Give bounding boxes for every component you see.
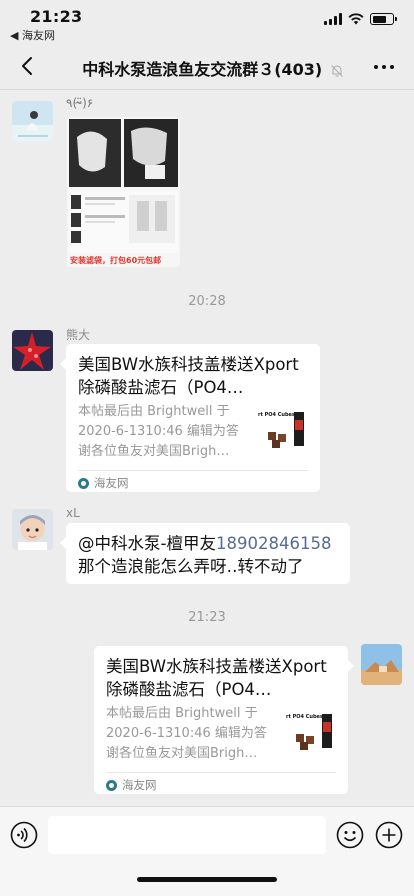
link-divider [106, 772, 336, 773]
message-body: 那个造浪能怎么弄呀‥转不动了 [78, 557, 304, 576]
message-input[interactable] [48, 816, 326, 854]
avatar-sender-1[interactable] [12, 330, 53, 371]
avatar-sender-0[interactable] [12, 101, 53, 142]
cellular-signal-icon [324, 13, 342, 25]
status-icons [324, 13, 397, 25]
status-bar: 21:23 ◀ 海友网 [0, 0, 414, 44]
link-thumbnail: rt PO4 Cubes [258, 406, 308, 454]
source-app-icon [78, 477, 89, 489]
link-card-message[interactable]: 美国BW水族科技盖楼送Xport除磷酸盐滤石（PO4… 本帖最后由 Bright… [60, 344, 320, 492]
home-indicator [137, 877, 277, 882]
more-options-button[interactable] [374, 65, 394, 69]
link-description: 本帖最后由 Brightwell 于 2020-6-1310:46 编辑为答谢各… [106, 706, 267, 761]
back-arrow-icon[interactable] [16, 54, 40, 78]
source-app-icon [106, 779, 117, 791]
emoji-icon[interactable] [336, 821, 364, 849]
mention[interactable]: @中科水泵-檀甲友 [78, 534, 216, 553]
input-bar [0, 806, 414, 896]
message-text: @中科水泵-檀甲友18902846158 那个造浪能怎么弄呀‥转不动了 [78, 532, 338, 578]
link-divider [78, 470, 308, 471]
link-thumbnail-text: rt PO4 Cubes [286, 714, 322, 720]
link-source-name: 海友网 [94, 476, 129, 490]
text-message[interactable]: @中科水泵-檀甲友18902846158 那个造浪能怎么弄呀‥转不动了 [60, 523, 350, 584]
chat-header: 中科水泵造浪鱼友交流群３(403) [0, 44, 414, 90]
wifi-icon [348, 13, 364, 25]
timestamp: 21:23 [188, 610, 226, 625]
back-to-app-link[interactable]: ◀ 海友网 [10, 27, 55, 43]
phone-number-link[interactable]: 18902846158 [216, 534, 331, 553]
link-card-message[interactable]: 美国BW水族科技盖楼送Xport除磷酸盐滤石（PO4… 本帖最后由 Bright… [94, 646, 354, 794]
timestamp: 20:28 [188, 294, 226, 309]
sender-name: 熊大 [66, 328, 91, 342]
link-thumbnail: rt PO4 Cubes [286, 708, 336, 756]
link-source: 海友网 [106, 777, 157, 793]
chat-title-text: 中科水泵造浪鱼友交流群３(403) [82, 60, 323, 79]
link-source-name: 海友网 [122, 778, 157, 792]
link-thumbnail-text: rt PO4 Cubes [258, 412, 294, 418]
sender-name: xL [66, 506, 80, 520]
avatar-self[interactable] [361, 644, 402, 685]
chat-messages[interactable]: ٩(ᵕ̴̈)۶ 安装滤袋，打包60元包邮 20:28 熊大 美国BW水族科技盖楼… [0, 90, 414, 806]
battery-icon [370, 13, 397, 25]
voice-input-icon[interactable] [10, 821, 38, 849]
status-time: 21:23 [30, 7, 83, 26]
link-title: 美国BW水族科技盖楼送Xport除磷酸盐滤石（PO4… [106, 657, 327, 699]
add-attachment-icon[interactable] [375, 821, 403, 849]
link-title: 美国BW水族科技盖楼送Xport除磷酸盐滤石（PO4… [78, 355, 299, 397]
image-banner-text: 安装滤袋，打包60元包邮 [70, 256, 162, 265]
chat-title: 中科水泵造浪鱼友交流群３(403) [72, 56, 354, 80]
link-description: 本帖最后由 Brightwell 于 2020-6-1310:46 编辑为答谢各… [78, 404, 239, 459]
avatar-sender-2[interactable] [12, 509, 53, 550]
mute-bell-icon [330, 64, 343, 77]
image-caption: ٩(ᵕ̴̈)۶ [66, 96, 94, 110]
image-message[interactable]: 安装滤袋，打包60元包邮 [67, 117, 180, 267]
link-source: 海友网 [78, 475, 129, 491]
